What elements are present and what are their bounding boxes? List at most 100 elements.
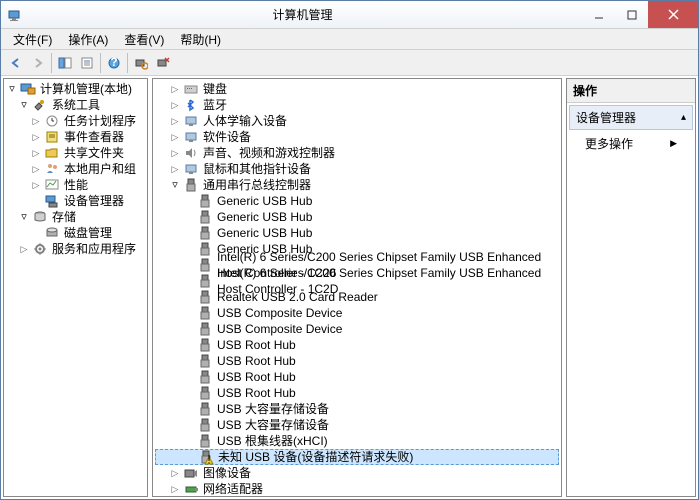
- device-icon: [197, 273, 213, 289]
- tree-usb-device[interactable]: Generic USB Hub: [155, 193, 559, 209]
- expander-icon[interactable]: [18, 243, 30, 255]
- device-label: Generic USB Hub: [215, 209, 314, 225]
- device-label: 通用串行总线控制器: [201, 177, 313, 193]
- back-button[interactable]: [5, 52, 27, 74]
- device-label: USB Root Hub: [215, 369, 298, 385]
- expander-icon[interactable]: [169, 147, 181, 159]
- tree-usb-controllers[interactable]: 通用串行总线控制器: [155, 177, 559, 193]
- svg-text:!: !: [207, 453, 210, 466]
- tree-usb-device[interactable]: USB Composite Device: [155, 321, 559, 337]
- expander-icon[interactable]: [30, 163, 42, 175]
- tree-mouse[interactable]: 鼠标和其他指针设备: [155, 161, 559, 177]
- left-nav-tree[interactable]: 计算机管理(本地) 系统工具 任务计划程序 事件查看器 共享文件夹 本地用户和组…: [3, 78, 148, 497]
- device-manager-icon: [44, 193, 60, 209]
- tree-usb-device[interactable]: USB Root Hub: [155, 337, 559, 353]
- more-actions-item[interactable]: 更多操作 ▶: [567, 132, 695, 155]
- expander-icon[interactable]: [169, 467, 181, 479]
- expander-icon[interactable]: [18, 211, 30, 223]
- device-icon: [183, 113, 199, 129]
- tree-usb-device[interactable]: USB 大容量存储设备: [155, 417, 559, 433]
- toolbar: ?: [1, 50, 698, 76]
- tree-system-tools[interactable]: 系统工具: [6, 97, 145, 113]
- device-label: 鼠标和其他指针设备: [201, 161, 313, 177]
- tree-network-adapters[interactable]: 网络适配器: [155, 481, 559, 497]
- expander-icon[interactable]: [18, 99, 30, 111]
- tree-storage[interactable]: 存储: [6, 209, 145, 225]
- tree-local-users[interactable]: 本地用户和组: [6, 161, 145, 177]
- device-label: 软件设备: [201, 129, 253, 145]
- device-label: 图像设备: [201, 465, 253, 481]
- minimize-button[interactable]: [582, 1, 615, 28]
- users-icon: [44, 161, 60, 177]
- device-icon: !: [198, 449, 214, 465]
- device-label: 声音、视频和游戏控制器: [201, 145, 337, 161]
- tree-root-computer-management[interactable]: 计算机管理(本地): [6, 81, 145, 97]
- device-tree[interactable]: 键盘蓝牙人体学输入设备软件设备声音、视频和游戏控制器鼠标和其他指针设备通用串行总…: [152, 78, 562, 497]
- device-icon: [183, 145, 199, 161]
- properties-button[interactable]: [76, 52, 98, 74]
- clock-icon: [44, 113, 60, 129]
- tree-software-devices[interactable]: 软件设备: [155, 129, 559, 145]
- show-hide-tree-button[interactable]: [54, 52, 76, 74]
- tree-usb-device[interactable]: !未知 USB 设备(设备描述符请求失败): [155, 449, 559, 465]
- tree-usb-device[interactable]: USB Root Hub: [155, 385, 559, 401]
- actions-context-label: 设备管理器: [576, 109, 636, 126]
- computer-management-icon: [20, 81, 36, 97]
- tree-image-devices[interactable]: 图像设备: [155, 465, 559, 481]
- menu-file[interactable]: 文件(F): [5, 29, 60, 50]
- tree-usb-device[interactable]: Generic USB Hub: [155, 225, 559, 241]
- tree-hid[interactable]: 人体学输入设备: [155, 113, 559, 129]
- tree-performance[interactable]: 性能: [6, 177, 145, 193]
- tree-usb-device[interactable]: USB 大容量存储设备: [155, 401, 559, 417]
- device-label: USB 大容量存储设备: [215, 417, 331, 433]
- expander-icon[interactable]: [169, 115, 181, 127]
- expander-icon[interactable]: [169, 483, 181, 495]
- maximize-button[interactable]: [615, 1, 648, 28]
- tree-usb-device[interactable]: USB Composite Device: [155, 305, 559, 321]
- device-icon: [197, 369, 213, 385]
- tree-usb-device[interactable]: USB Root Hub: [155, 369, 559, 385]
- actions-context-heading[interactable]: 设备管理器 ▴: [569, 105, 693, 130]
- help-button[interactable]: ?: [103, 52, 125, 74]
- device-label: USB Root Hub: [215, 353, 298, 369]
- tree-shared-folders[interactable]: 共享文件夹: [6, 145, 145, 161]
- device-icon: [197, 385, 213, 401]
- menu-action[interactable]: 操作(A): [60, 29, 116, 50]
- expander-icon[interactable]: [169, 179, 181, 191]
- expander-icon[interactable]: [30, 179, 42, 191]
- expander-icon[interactable]: [30, 131, 42, 143]
- menubar: 文件(F) 操作(A) 查看(V) 帮助(H): [1, 29, 698, 50]
- tree-usb-device[interactable]: Intel(R) 6 Series/C200 Series Chipset Fa…: [155, 273, 559, 289]
- tree-services-apps[interactable]: 服务和应用程序: [6, 241, 145, 257]
- menu-help[interactable]: 帮助(H): [172, 29, 229, 50]
- uninstall-button[interactable]: [152, 52, 174, 74]
- tree-task-scheduler[interactable]: 任务计划程序: [6, 113, 145, 129]
- forward-button[interactable]: [27, 52, 49, 74]
- device-label: USB Root Hub: [215, 337, 298, 353]
- expander-icon[interactable]: [169, 83, 181, 95]
- scan-hardware-button[interactable]: [130, 52, 152, 74]
- performance-icon: [44, 177, 60, 193]
- tree-usb-device[interactable]: USB Root Hub: [155, 353, 559, 369]
- expander-icon[interactable]: [6, 83, 18, 95]
- expander-icon[interactable]: [169, 163, 181, 175]
- device-icon: [183, 177, 199, 193]
- tree-keyboard[interactable]: 键盘: [155, 81, 559, 97]
- menu-view[interactable]: 查看(V): [116, 29, 172, 50]
- expander-icon[interactable]: [169, 99, 181, 111]
- tree-usb-device[interactable]: USB 根集线器(xHCI): [155, 433, 559, 449]
- expander-icon[interactable]: [30, 147, 42, 159]
- tree-disk-management[interactable]: 磁盘管理: [6, 225, 145, 241]
- tree-sound-video[interactable]: 声音、视频和游戏控制器: [155, 145, 559, 161]
- tree-bluetooth[interactable]: 蓝牙: [155, 97, 559, 113]
- close-button[interactable]: [648, 1, 698, 28]
- device-icon: [197, 305, 213, 321]
- tree-device-manager[interactable]: 设备管理器: [6, 193, 145, 209]
- device-label: USB Composite Device: [215, 321, 344, 337]
- expander-icon[interactable]: [169, 131, 181, 143]
- expander-icon[interactable]: [30, 115, 42, 127]
- shared-folder-icon: [44, 145, 60, 161]
- device-icon: [197, 289, 213, 305]
- tree-usb-device[interactable]: Generic USB Hub: [155, 209, 559, 225]
- tree-event-viewer[interactable]: 事件查看器: [6, 129, 145, 145]
